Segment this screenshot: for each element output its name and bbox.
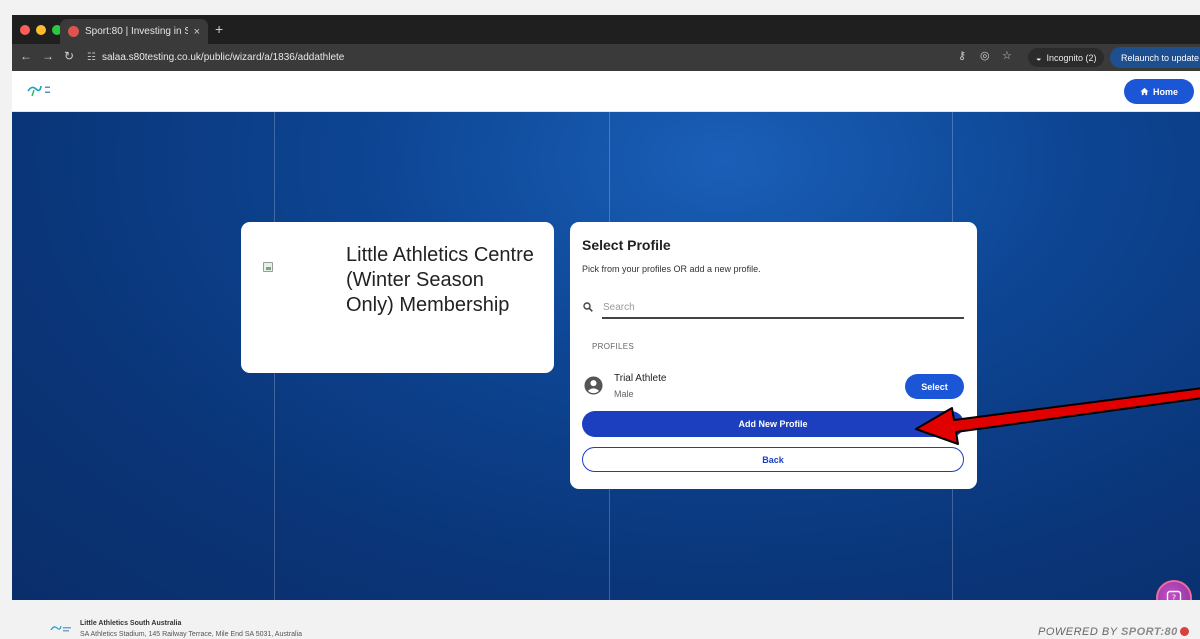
powered-by-brand: SPORT:80 xyxy=(1120,626,1178,638)
eye-off-icon[interactable]: ◎ xyxy=(980,49,990,62)
close-window-button[interactable] xyxy=(20,25,30,35)
select-profile-subtitle: Pick from your profiles OR add a new pro… xyxy=(582,264,761,274)
sport80-ball-icon xyxy=(1179,627,1189,636)
search-input[interactable] xyxy=(602,297,964,319)
powered-by-prefix: POWERED BY xyxy=(1038,626,1118,638)
home-button[interactable]: Home xyxy=(1124,79,1194,104)
profiles-section-label: PROFILES xyxy=(592,342,634,351)
home-icon xyxy=(1140,87,1149,96)
tab-title: Sport:80 | Investing in Sport xyxy=(85,26,188,37)
site-settings-icon[interactable]: ☷ xyxy=(87,52,96,63)
logo-wordmark: ▬ ▬ xyxy=(45,84,50,95)
footer-org-name: Little Athletics South Australia xyxy=(80,620,182,627)
browser-tab-bar: Sport:80 | Investing in Sport × + xyxy=(12,15,1200,44)
search-icon xyxy=(583,302,593,312)
footer-address: SA Athletics Stadium, 145 Railway Terrac… xyxy=(80,631,303,638)
broken-image-icon xyxy=(263,262,273,272)
membership-title: Little Athletics Centre (Winter Season O… xyxy=(346,244,534,316)
runner-logo-icon xyxy=(27,85,42,97)
powered-by-sport80[interactable]: POWERED BY SPORT:80 xyxy=(1038,626,1189,638)
tab-close-icon[interactable]: × xyxy=(194,26,200,38)
reload-icon[interactable]: ↻ xyxy=(64,49,74,63)
back-button[interactable]: Back xyxy=(582,447,964,472)
minimize-window-button[interactable] xyxy=(36,25,46,35)
window-controls xyxy=(20,25,62,35)
browser-tab[interactable]: Sport:80 | Investing in Sport × xyxy=(60,19,208,44)
back-arrow-icon[interactable]: ← xyxy=(20,49,32,63)
footer-logo-icon xyxy=(50,625,71,632)
home-label: Home xyxy=(1152,86,1178,97)
user-avatar-icon xyxy=(584,376,603,395)
incognito-label: Incognito (2) xyxy=(1046,52,1097,63)
address-bar[interactable]: ☷ salaa.s80testing.co.uk/public/wizard/a… xyxy=(87,48,344,67)
select-profile-title: Select Profile xyxy=(582,237,671,253)
screen: Sport:80 | Investing in Sport × + ← → ↻ … xyxy=(0,0,1200,639)
browser-toolbar: ← → ↻ ☷ salaa.s80testing.co.uk/public/wi… xyxy=(12,44,1200,71)
new-tab-button[interactable]: + xyxy=(215,21,223,37)
site-header: ▬ ▬ Home xyxy=(12,71,1200,112)
bookmark-star-icon[interactable]: ☆ xyxy=(1002,49,1012,62)
relaunch-button[interactable]: Relaunch to update xyxy=(1110,47,1200,68)
add-new-profile-button[interactable]: Add New Profile xyxy=(582,411,964,437)
little-athletics-logo[interactable]: ▬ ▬ xyxy=(26,83,50,97)
incognito-icon: ◒ xyxy=(1036,52,1042,63)
profile-name: Trial Athlete xyxy=(614,373,667,384)
profile-gender: Male xyxy=(614,389,634,399)
url-text: salaa.s80testing.co.uk/public/wizard/a/1… xyxy=(101,52,345,63)
incognito-indicator[interactable]: ◒ Incognito (2) xyxy=(1028,48,1105,67)
key-icon[interactable]: ⚷ xyxy=(958,49,966,62)
forward-arrow-icon[interactable]: → xyxy=(42,49,54,63)
sport80-favicon-icon xyxy=(68,26,79,37)
select-profile-button[interactable]: Select xyxy=(905,374,964,399)
